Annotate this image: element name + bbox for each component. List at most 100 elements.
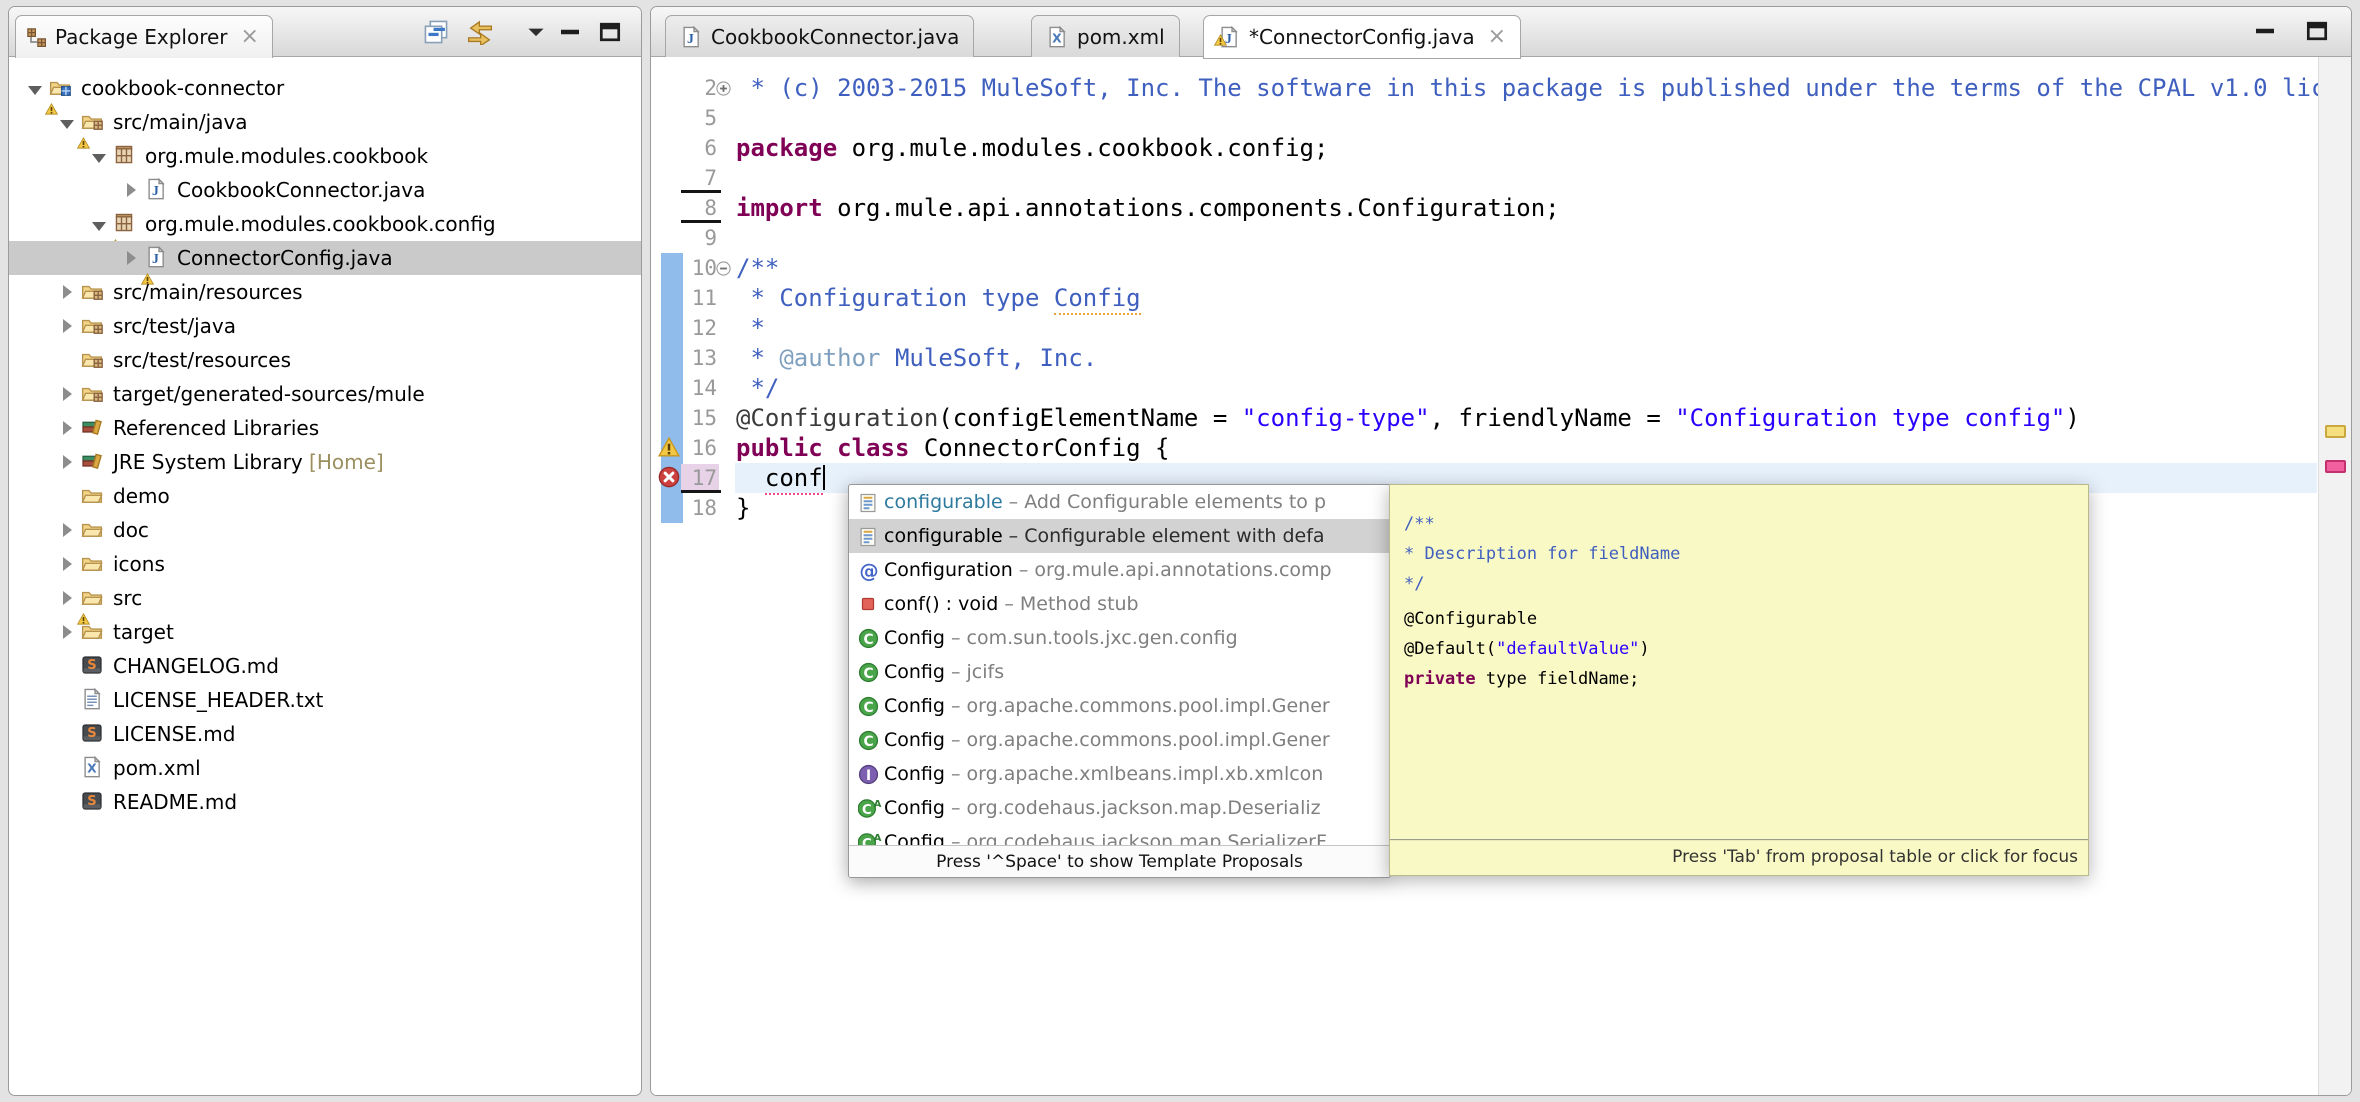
editor-tab-cookbookconnector-java[interactable]: J CookbookConnector.java xyxy=(665,15,975,58)
package-explorer-icon xyxy=(26,27,46,47)
tree-item-pom-xml[interactable]: Xpom.xml xyxy=(9,751,641,785)
fold-plus-icon[interactable] xyxy=(715,80,732,97)
tree-item-src-main-java[interactable]: src/main/java xyxy=(9,105,641,149)
chevron-collapsed-icon[interactable] xyxy=(57,518,77,542)
proposal-item[interactable]: conf() : void – Method stub xyxy=(849,587,1390,621)
tree-item-src-main-resources[interactable]: src/main/resources xyxy=(9,275,641,309)
tree-item-label: src/test/java xyxy=(113,314,236,338)
tree-item-changelog-md[interactable]: S CHANGELOG.md xyxy=(9,649,641,683)
editor-tab-pom-xml[interactable]: Xpom.xml xyxy=(1031,15,1180,58)
close-icon[interactable]: × xyxy=(241,26,259,48)
code-line-10[interactable]: 10/** xyxy=(651,253,2351,283)
chevron-expanded-icon[interactable] xyxy=(25,76,45,100)
chevron-collapsed-icon[interactable] xyxy=(57,450,77,474)
code-line-13[interactable]: 13 * @author MuleSoft, Inc. xyxy=(651,343,2351,373)
proposal-item[interactable]: C Config – org.apache.commons.pool.impl.Ge… xyxy=(849,689,1390,723)
tab-package-explorer[interactable]: Package Explorer × xyxy=(15,15,273,58)
svg-text:@: @ xyxy=(859,560,878,582)
proposal-item[interactable]: C Config – org.apache.commons.pool.impl.Ge… xyxy=(849,723,1390,757)
code-line-6[interactable]: 6 package org.mule.modules.cookbook.confi… xyxy=(651,133,2351,163)
minimize-button[interactable] xyxy=(2253,19,2277,43)
tree-item-readme-md[interactable]: S README.md xyxy=(9,785,641,819)
editor-tab--connectorconfig-java[interactable]: J *ConnectorConfig.java × xyxy=(1203,15,1522,59)
minimize-icon xyxy=(2253,19,2277,43)
tree-item-target-generated-sources-mule[interactable]: target/generated-sources/mule xyxy=(9,377,641,411)
tree-item-license-md[interactable]: S LICENSE.md xyxy=(9,717,641,751)
code-line-8[interactable]: 8 import org.mule.api.annotations.compone… xyxy=(651,193,2351,223)
chevron-collapsed-icon[interactable] xyxy=(57,552,77,576)
autocomplete-status: Press '^Space' to show Template Proposal… xyxy=(849,845,1390,877)
chevron-expanded-icon[interactable] xyxy=(89,212,109,236)
code-line-7[interactable]: 7 xyxy=(651,163,2351,193)
maximize-button[interactable] xyxy=(595,17,625,47)
fold-minus-icon[interactable] xyxy=(715,260,732,277)
package-explorer-panel: Package Explorer × cookbook-connector src… xyxy=(8,6,642,1096)
chevron-collapsed-icon[interactable] xyxy=(57,416,77,440)
overview-error-marker[interactable] xyxy=(2325,460,2346,473)
proposal-item[interactable]: I Config – org.apache.xmlbeans.impl.xb.xml… xyxy=(849,757,1390,791)
tree-item-org-mule-modules-cookbook[interactable]: org.mule.modules.cookbook xyxy=(9,139,641,173)
proposal-item[interactable]: C A Config – org.codehaus.jackson.map.Seria… xyxy=(849,825,1390,845)
chevron-collapsed-icon[interactable] xyxy=(57,382,77,406)
tree-item-cookbookconnector-java[interactable]: J CookbookConnector.java xyxy=(9,173,641,207)
tree-item-label: src xyxy=(113,586,143,610)
autocomplete-popup: configurable – Add Configurable elements … xyxy=(848,484,1391,878)
chevron-expanded-icon[interactable] xyxy=(89,144,109,168)
close-icon[interactable]: × xyxy=(1488,26,1506,48)
chevron-collapsed-icon[interactable] xyxy=(57,586,77,610)
code-editor[interactable]: 2 * (c) 2003-2015 MuleSoft, Inc. The sof… xyxy=(651,57,2351,1095)
maximize-icon xyxy=(598,20,622,44)
chevron-collapsed-icon[interactable] xyxy=(57,280,77,304)
tree-item-src-test-java[interactable]: src/test/java xyxy=(9,309,641,343)
chevron-collapsed-icon[interactable] xyxy=(121,246,141,270)
tree-item-demo[interactable]: demo xyxy=(9,479,641,513)
code-line-16[interactable]: 16 public class ConnectorConfig { xyxy=(651,433,2351,465)
svg-text:J: J xyxy=(152,183,159,198)
template-icon xyxy=(858,492,884,513)
xml-file-icon: X xyxy=(1046,25,1068,48)
editor-tab-label: *ConnectorConfig.java xyxy=(1249,25,1475,49)
tree-item-license-header-txt[interactable]: LICENSE_HEADER.txt xyxy=(9,683,641,717)
code-line-15[interactable]: 15 @Configuration(configElementName = "co… xyxy=(651,403,2351,433)
tree-item-doc[interactable]: doc xyxy=(9,513,641,547)
chevron-collapsed-icon[interactable] xyxy=(57,620,77,644)
proposal-item[interactable]: configurable – Configurable element with … xyxy=(849,519,1390,553)
package-icon xyxy=(113,144,137,168)
proposal-preview-tooltip[interactable]: /** * Description for fieldName */ @Configu… xyxy=(1389,484,2089,876)
tree-item-referenced-libraries[interactable]: Referenced Libraries xyxy=(9,411,641,445)
proposal-item[interactable]: C Config – jcifs xyxy=(849,655,1390,689)
proposal-name: Config xyxy=(884,763,945,785)
package-explorer-toolbar xyxy=(421,17,625,47)
tree-item-target[interactable]: target xyxy=(9,615,641,649)
maximize-button[interactable] xyxy=(2305,19,2329,43)
class-icon: C xyxy=(858,628,884,649)
chevron-collapsed-icon[interactable] xyxy=(121,178,141,202)
overview-ruler[interactable] xyxy=(2318,57,2351,1095)
text-cursor xyxy=(822,465,825,490)
proposal-item[interactable]: @ Configuration – org.mule.api.annotations… xyxy=(849,553,1390,587)
tree-item-org-mule-modules-cookbook-config[interactable]: org.mule.modules.cookbook.config xyxy=(9,207,641,251)
collapse-all-button[interactable] xyxy=(421,17,451,47)
proposal-item[interactable]: C A Config – org.codehaus.jackson.map.Deser… xyxy=(849,791,1390,825)
code-line-9[interactable]: 9 xyxy=(651,223,2351,253)
code-line-11[interactable]: 11 * Configuration type Config xyxy=(651,283,2351,315)
chevron-expanded-icon[interactable] xyxy=(57,110,77,134)
code-line-2[interactable]: 2 * (c) 2003-2015 MuleSoft, Inc. The sof… xyxy=(651,73,2351,103)
tree-item-src-test-resources[interactable]: src/test/resources xyxy=(9,343,641,377)
link-with-editor-button[interactable] xyxy=(465,17,495,47)
overview-warning-marker[interactable] xyxy=(2325,425,2346,438)
code-line-14[interactable]: 14 */ xyxy=(651,373,2351,403)
tree-item-src[interactable]: src xyxy=(9,581,641,625)
tree-item-cookbook-connector[interactable]: cookbook-connector xyxy=(9,71,641,115)
view-menu-button[interactable] xyxy=(521,17,551,47)
tree-item-connectorconfig-java[interactable]: J ConnectorConfig.java xyxy=(9,241,641,285)
code-line-5[interactable]: 5 xyxy=(651,103,2351,133)
minimize-button[interactable] xyxy=(555,17,585,47)
proposal-item[interactable]: C Config – com.sun.tools.jxc.gen.config xyxy=(849,621,1390,655)
chevron-collapsed-icon[interactable] xyxy=(57,314,77,338)
code-line-12[interactable]: 12 * xyxy=(651,313,2351,343)
class-icon: C xyxy=(858,696,884,717)
proposal-item[interactable]: configurable – Add Configurable elements … xyxy=(849,485,1390,519)
tree-item-jre-system-library[interactable]: JRE System Library [Home] xyxy=(9,445,641,479)
tree-item-icons[interactable]: icons xyxy=(9,547,641,581)
